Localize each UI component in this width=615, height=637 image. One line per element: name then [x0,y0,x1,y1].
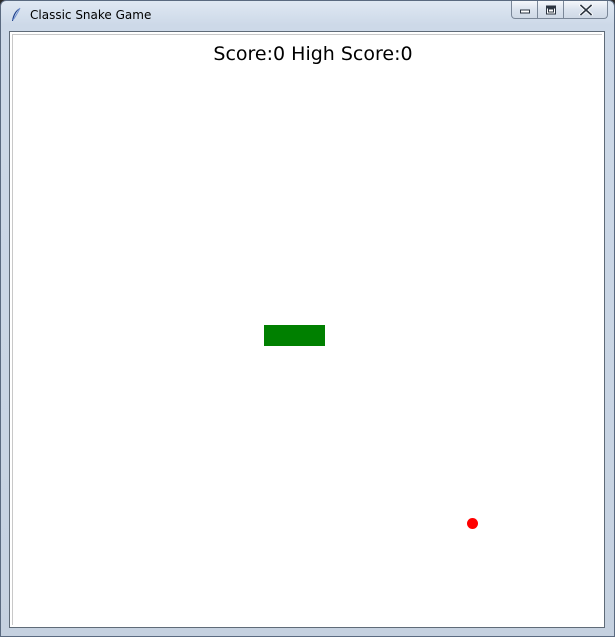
client-area: Score:0 High Score:0 [9,31,605,628]
close-button[interactable] [564,1,608,19]
maximize-icon [545,5,556,14]
food [467,518,478,529]
score-display: Score:0 High Score:0 [213,43,413,65]
app-window: Classic Snake Game Score:0 High Score:0 [0,0,615,637]
window-title: Classic Snake Game [30,8,152,22]
feather-icon [10,7,22,23]
minimize-icon [519,9,530,13]
window-controls [511,1,608,19]
game-canvas[interactable]: Score:0 High Score:0 [12,34,602,625]
close-icon [578,4,593,15]
title-bar[interactable]: Classic Snake Game [1,1,614,29]
minimize-button[interactable] [511,1,538,19]
snake [264,325,325,346]
maximize-button[interactable] [538,1,564,19]
